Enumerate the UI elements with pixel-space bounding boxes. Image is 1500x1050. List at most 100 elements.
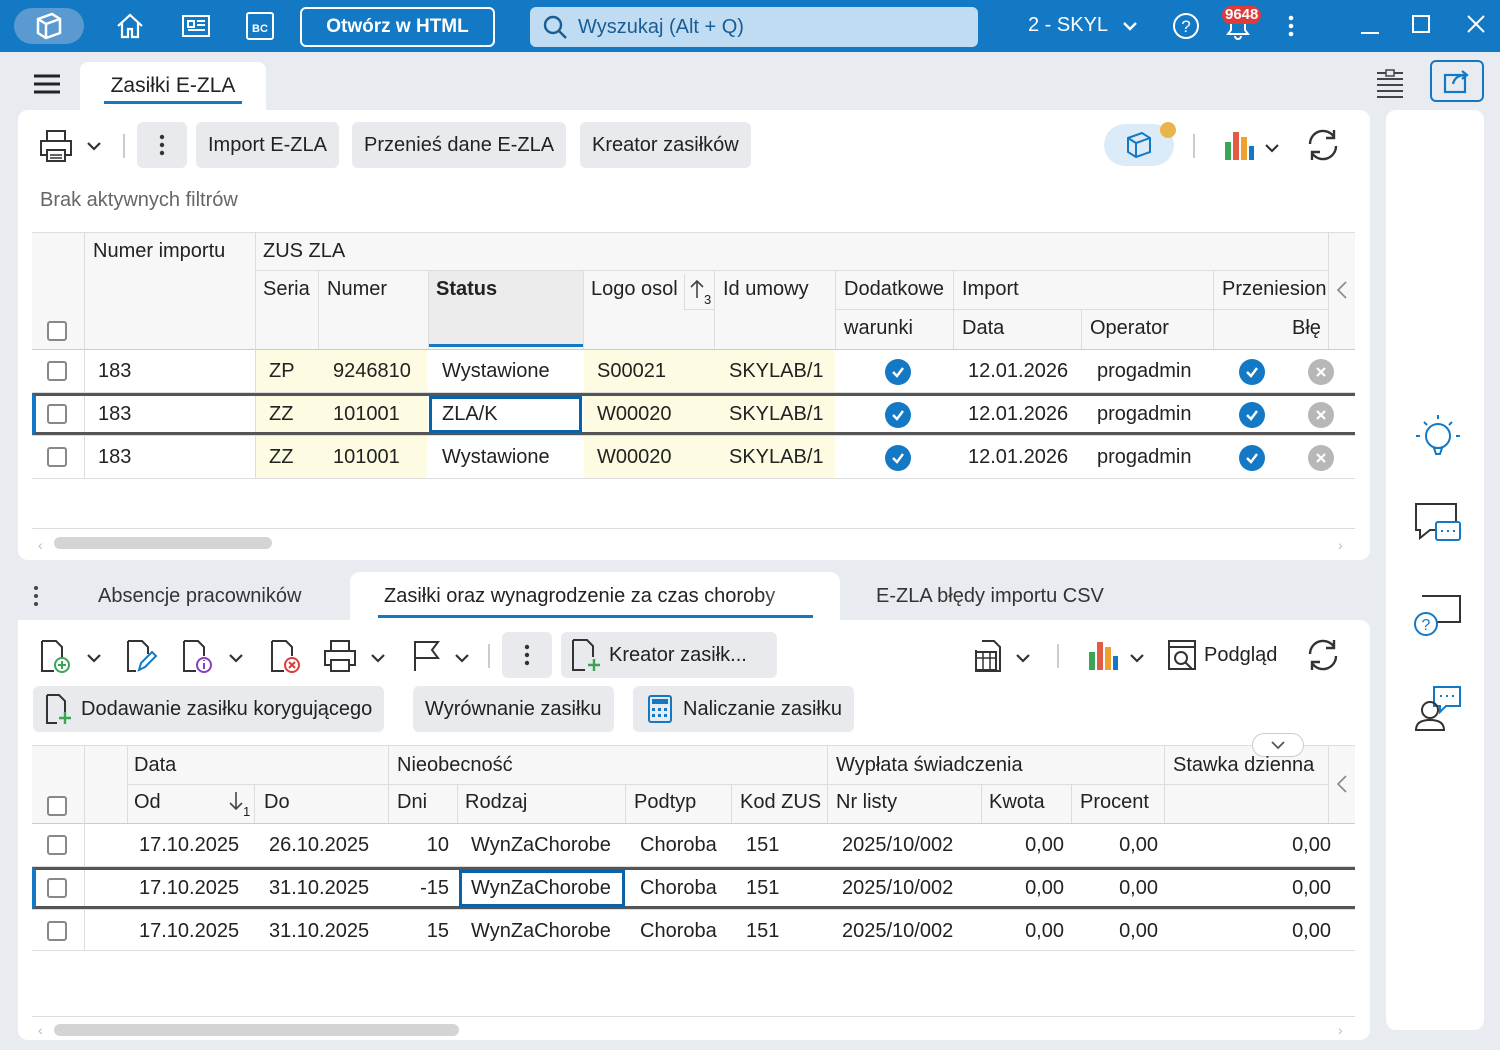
import-ezla-button[interactable]: Import E-ZLA xyxy=(196,122,339,168)
lightbulb-icon[interactable] xyxy=(1414,412,1462,463)
close-icon[interactable] xyxy=(1460,8,1492,40)
col-stawka[interactable]: Stawka dzienna xyxy=(1173,754,1328,777)
edit-document-icon[interactable] xyxy=(124,638,158,679)
chevron-down-icon[interactable] xyxy=(1129,650,1145,668)
row-checkbox[interactable] xyxy=(47,404,67,424)
col-numer-importu[interactable]: Numer importu xyxy=(93,240,225,263)
home-icon[interactable] xyxy=(114,10,146,42)
row-status[interactable]: Wystawione xyxy=(442,446,550,469)
select-all-checkbox[interactable] xyxy=(47,796,67,816)
chevron-down-icon[interactable] xyxy=(1264,140,1280,158)
horizontal-scrollbar[interactable] xyxy=(54,1024,459,1036)
col-operator[interactable]: Operator xyxy=(1090,317,1169,340)
row-checkbox[interactable] xyxy=(47,361,67,381)
col-status[interactable]: Status xyxy=(436,278,497,301)
support-person-icon[interactable] xyxy=(1412,684,1464,739)
print-icon[interactable] xyxy=(322,638,358,679)
benefit-wizard-button[interactable]: Kreator zasiłk... xyxy=(561,632,777,678)
chevron-down-icon[interactable] xyxy=(1015,650,1031,668)
col-kod-zus[interactable]: Kod ZUS xyxy=(740,791,821,814)
list-view-icon[interactable] xyxy=(1374,68,1406,105)
chart-icon[interactable] xyxy=(1222,128,1256,167)
chevron-down-icon[interactable] xyxy=(86,650,102,668)
col-kwota[interactable]: Kwota xyxy=(989,791,1045,814)
company-selector[interactable]: 2 - SKYL xyxy=(1028,14,1138,37)
maximize-icon[interactable] xyxy=(1405,8,1437,40)
sort-indicator[interactable]: 3 xyxy=(684,274,714,310)
flag-icon[interactable] xyxy=(410,638,444,679)
col-data[interactable]: Data xyxy=(962,317,1004,340)
chevron-down-icon[interactable] xyxy=(370,650,386,668)
col-bledy[interactable]: Błę xyxy=(1292,317,1328,340)
col-przeniesione[interactable]: Przeniesion xyxy=(1222,278,1328,301)
tab-zasilki-ezla[interactable]: Zasiłki E-ZLA xyxy=(80,62,266,110)
select-all-checkbox[interactable] xyxy=(47,321,67,341)
transfer-ezla-button[interactable]: Przenieś dane E-ZLA xyxy=(352,122,567,168)
row-status[interactable]: Wystawione xyxy=(442,360,550,383)
add-document-icon[interactable] xyxy=(38,638,72,679)
scroll-left-icon[interactable] xyxy=(1336,774,1348,799)
col-do[interactable]: Do xyxy=(264,791,290,814)
horizontal-scrollbar[interactable] xyxy=(54,537,272,549)
chart-icon[interactable] xyxy=(1086,638,1120,677)
bc-icon[interactable]: BC xyxy=(244,10,276,42)
more-vertical-icon[interactable] xyxy=(1275,10,1307,42)
calendar-document-icon[interactable] xyxy=(972,638,1008,679)
col-logo[interactable]: Logo osol xyxy=(591,278,683,301)
row-checkbox[interactable] xyxy=(47,878,67,898)
menu-icon[interactable] xyxy=(32,72,62,101)
col-numer[interactable]: Numer xyxy=(327,278,387,301)
open-html-button[interactable]: Otwórz w HTML xyxy=(300,7,495,47)
scroll-left-icon[interactable] xyxy=(1336,280,1348,305)
col-seria[interactable]: Seria xyxy=(263,278,310,301)
row-rodzaj[interactable]: WynZaChorobe xyxy=(471,920,611,943)
scroll-right-arrow[interactable]: › xyxy=(1338,1022,1343,1038)
col-dodatkowe[interactable]: Dodatkowe xyxy=(844,278,944,301)
tab-ezla-bledy[interactable]: E-ZLA błędy importu CSV xyxy=(876,585,1104,608)
scroll-left-arrow[interactable]: ‹ xyxy=(38,1022,43,1038)
col-dni[interactable]: Dni xyxy=(397,791,427,814)
scroll-left-arrow[interactable]: ‹ xyxy=(38,537,43,553)
delete-document-icon[interactable] xyxy=(268,638,302,679)
benefit-wizard-button[interactable]: Kreator zasiłków xyxy=(580,122,751,168)
row-status[interactable]: ZLA/K xyxy=(442,403,498,426)
search-input[interactable]: Wyszukaj (Alt + Q) xyxy=(530,7,978,47)
print-icon[interactable] xyxy=(38,128,74,169)
sort-down-icon[interactable]: 1 xyxy=(228,790,250,819)
news-icon[interactable] xyxy=(180,10,212,42)
chevron-down-icon[interactable] xyxy=(454,650,470,668)
share-export-button[interactable] xyxy=(1430,60,1484,102)
refresh-icon[interactable] xyxy=(1304,126,1342,169)
preview-button[interactable]: Podgląd xyxy=(1166,638,1277,672)
chat-icon[interactable] xyxy=(1412,500,1464,553)
row-rodzaj[interactable]: WynZaChorobe xyxy=(471,877,611,900)
col-podtyp[interactable]: Podtyp xyxy=(634,791,696,814)
row-checkbox[interactable] xyxy=(47,835,67,855)
row-stawka: 0,00 xyxy=(1292,920,1331,942)
row-rodzaj[interactable]: WynZaChorobe xyxy=(471,834,611,857)
col-od[interactable]: Od xyxy=(134,791,161,814)
help-icon[interactable]: ? xyxy=(1170,10,1202,42)
col-nr-listy[interactable]: Nr listy xyxy=(836,791,897,814)
row-checkbox[interactable] xyxy=(47,921,67,941)
row-checkbox[interactable] xyxy=(47,447,67,467)
equalize-benefit-button[interactable]: Wyrównanie zasiłku xyxy=(413,686,614,732)
info-document-icon[interactable] xyxy=(180,638,214,679)
scroll-right-arrow[interactable]: › xyxy=(1338,537,1343,553)
help-chat-icon[interactable]: ? xyxy=(1412,592,1464,645)
tabs-more-icon[interactable] xyxy=(32,584,40,613)
calculate-benefit-button[interactable]: Naliczanie zasiłku xyxy=(633,686,854,732)
more-actions-button[interactable] xyxy=(502,632,552,678)
tab-absencje[interactable]: Absencje pracowników xyxy=(98,585,301,608)
col-rodzaj[interactable]: Rodzaj xyxy=(465,791,527,814)
more-actions-button[interactable] xyxy=(137,122,187,168)
col-id-umowy[interactable]: Id umowy xyxy=(723,278,809,301)
chevron-down-icon[interactable] xyxy=(86,138,102,156)
col-procent[interactable]: Procent xyxy=(1080,791,1149,814)
add-corrective-benefit-button[interactable]: Dodawanie zasiłku korygującego xyxy=(33,686,385,732)
row-data: 12.01.2026 xyxy=(968,360,1069,382)
minimize-icon[interactable] xyxy=(1354,10,1386,42)
app-logo-icon[interactable] xyxy=(14,8,84,44)
refresh-icon[interactable] xyxy=(1304,636,1342,679)
chevron-down-icon[interactable] xyxy=(228,650,244,668)
